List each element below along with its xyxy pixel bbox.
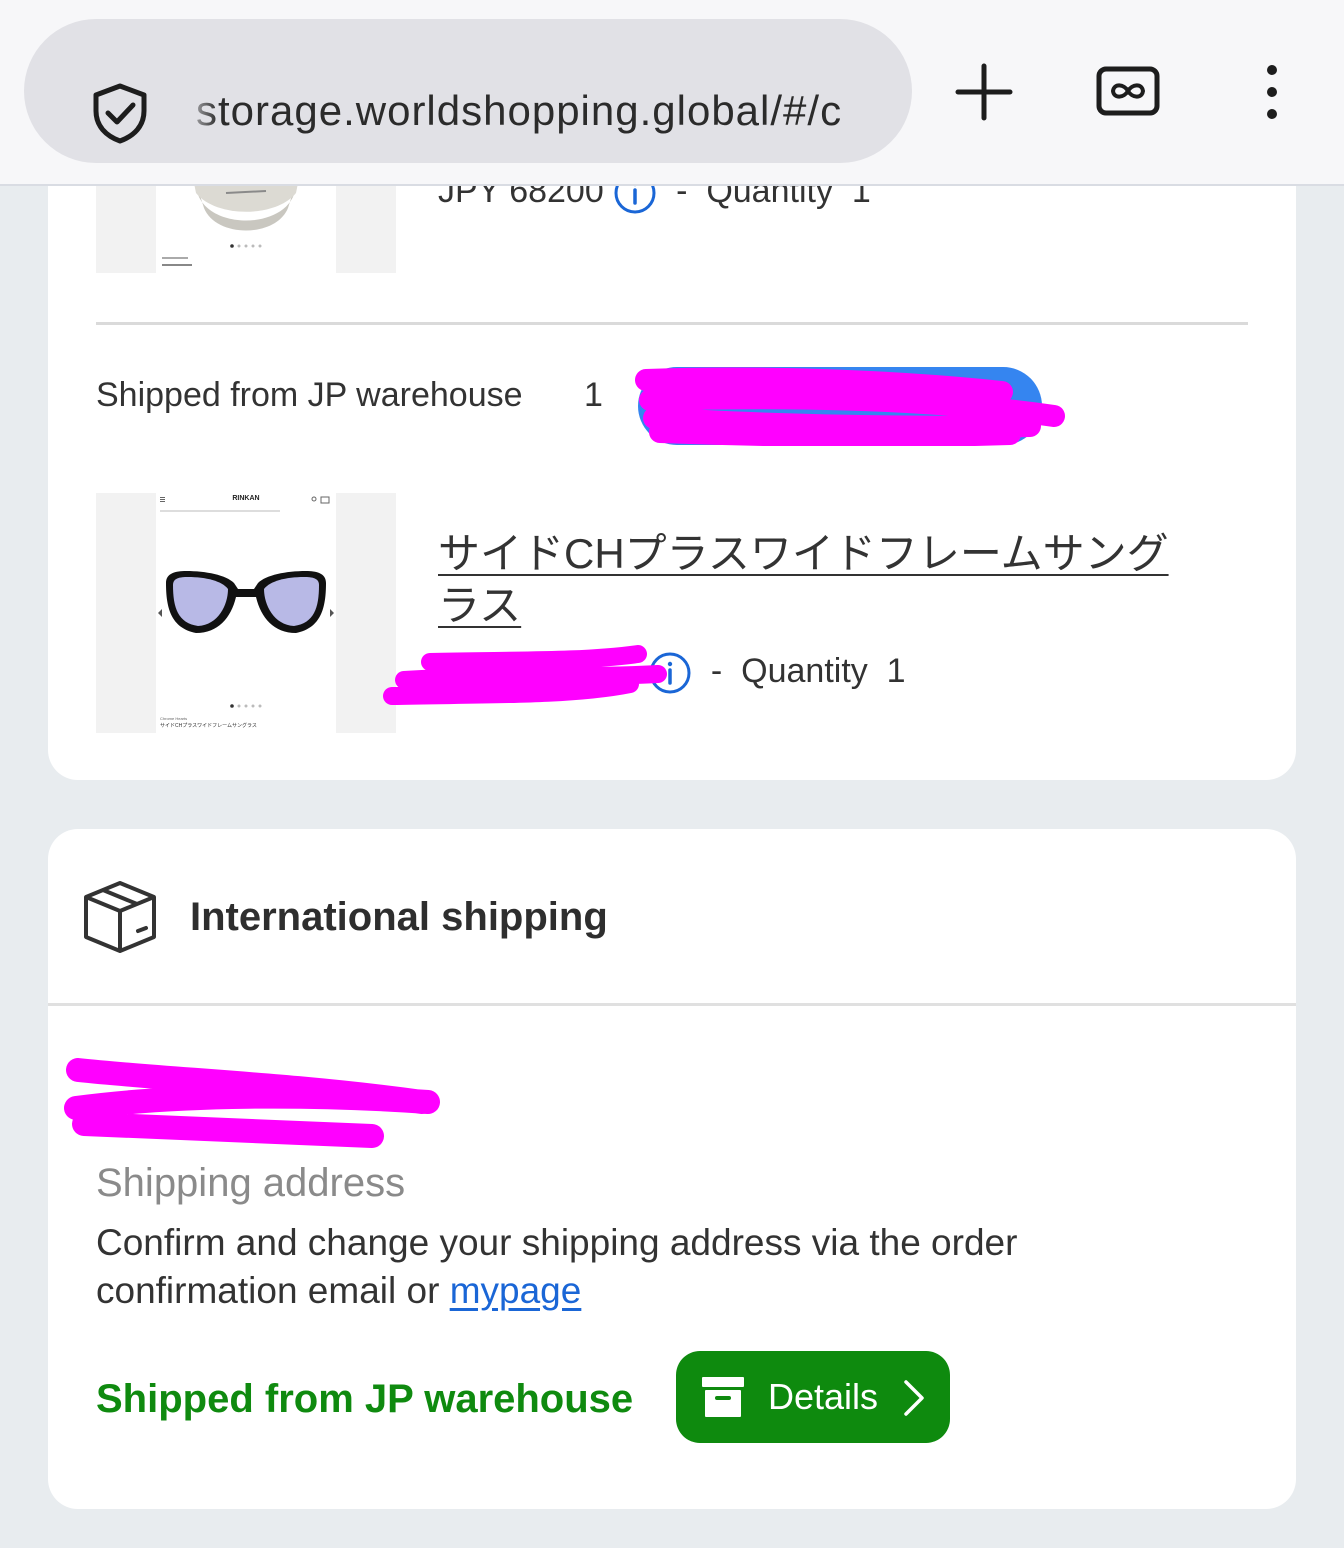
divider — [96, 322, 1248, 325]
item-thumbnail[interactable]: RINKAN Chrome Hearts サイドCHプラスワイドフレームサングラ… — [96, 493, 396, 733]
section-header: International shipping — [48, 829, 1296, 1006]
quantity-value: 1 — [886, 652, 906, 690]
kebab-menu-icon — [1267, 65, 1277, 119]
shipment-status-text: Shipped from JP warehouse — [96, 1377, 634, 1421]
infinity-tabs-icon — [1096, 66, 1160, 116]
thumb-caption-title: サイドCHプラスワイドフレームサングラス — [160, 723, 257, 729]
archive-box-icon — [702, 1377, 744, 1417]
new-tab-button[interactable] — [952, 60, 1016, 124]
mypage-link[interactable]: mypage — [450, 1270, 582, 1311]
details-label: Details — [768, 1376, 879, 1417]
shipment-count: 1 — [584, 376, 603, 414]
info-icon[interactable] — [648, 651, 692, 695]
details-button[interactable]: Details — [676, 1351, 950, 1443]
product-title-link[interactable]: サイドCHプラスワイドフレームサングラス — [438, 528, 1198, 632]
menu-button[interactable] — [1252, 60, 1292, 124]
international-shipping-card: International shipping Shipping address … — [48, 829, 1296, 1509]
sunglasses-product-image — [158, 496, 334, 708]
shield-check-icon[interactable] — [88, 81, 152, 145]
quantity-label: Quantity — [741, 652, 868, 690]
browser-toolbar: storage.worldshopping.global/#/c — [0, 0, 1344, 186]
package-box-icon — [84, 881, 156, 953]
order-items-card: JPY 68200 - Quantity 1 Shipped from JP w… — [48, 33, 1296, 780]
chevron-right-icon — [904, 1380, 924, 1416]
tracking-button[interactable] — [638, 367, 1042, 445]
shipping-address-label: Shipping address — [96, 1161, 406, 1205]
separator: - — [710, 652, 723, 690]
plus-icon — [955, 63, 1013, 121]
address-bar[interactable]: storage.worldshopping.global/#/c — [24, 19, 912, 163]
shipping-address-note: Confirm and change your shipping address… — [96, 1219, 1176, 1315]
shipment-status: Shipped from JP warehouse — [96, 376, 523, 414]
url-text[interactable]: storage.worldshopping.global/#/c — [196, 83, 912, 139]
tab-switcher-button[interactable] — [1096, 66, 1160, 116]
thumb-caption-brand: Chrome Hearts — [160, 716, 188, 721]
section-title: International shipping — [190, 895, 608, 939]
item-price-line: - Quantity 1 — [648, 650, 906, 695]
